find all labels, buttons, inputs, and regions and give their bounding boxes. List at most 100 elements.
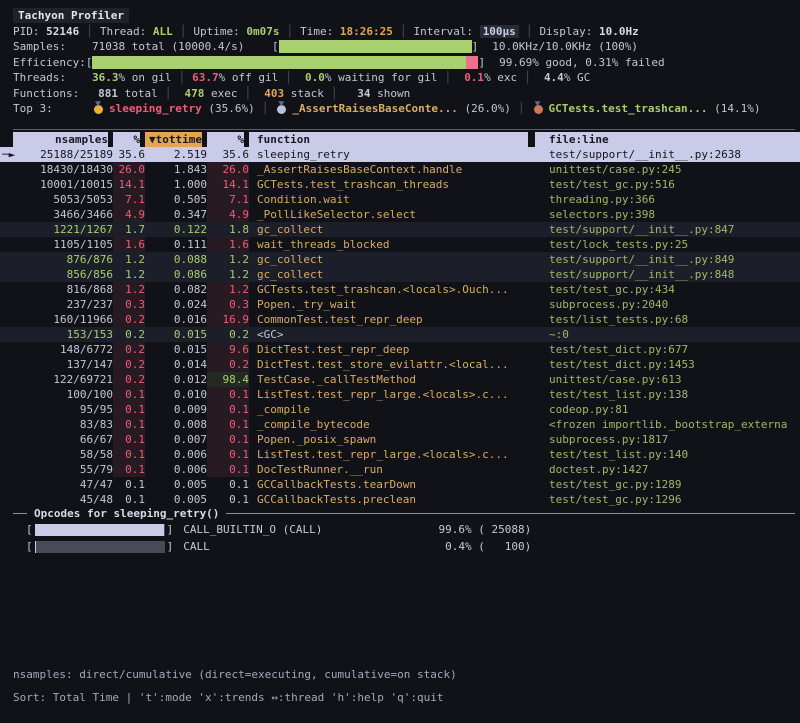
nsamples-cell: 83/83	[13, 417, 113, 432]
function-count-unit: exec	[204, 87, 237, 100]
thread-stat-value: 63.7	[192, 71, 219, 84]
thread-stat-value: 0.1	[458, 71, 484, 84]
time-label: Time:	[300, 25, 333, 38]
table-row[interactable]: 1105/11051.60.1111.6wait_threads_blocked…	[0, 237, 800, 252]
function-name-cell: GCTests.test_trashcan_threads	[249, 177, 535, 192]
table-row[interactable]: 18430/1843026.01.84326.0_AssertRaisesBas…	[0, 162, 800, 177]
nsamples-cell: 100/100	[13, 387, 113, 402]
table-row[interactable]: 45/480.10.0050.1GCCallbackTests.preclean…	[0, 492, 800, 507]
table-row[interactable]: 95/950.10.0090.1_compilecodeop.py:81	[0, 402, 800, 417]
table-row[interactable]: 100/1000.10.0100.1ListTest.test_repr_lar…	[0, 387, 800, 402]
function-name-cell: <GC>	[249, 327, 535, 342]
table-row[interactable]: 153/1530.20.0150.2<GC>~:0	[0, 327, 800, 342]
table-row[interactable]: 66/670.10.0070.1Popen._posix_spawnsubpro…	[0, 432, 800, 447]
samples-summary: 71038 total (10000.4/s)	[92, 40, 272, 53]
pct-cumulative-cell: 14.1	[207, 177, 249, 192]
column-header-pct-cumulative[interactable]: %	[207, 132, 249, 147]
column-header-file-line[interactable]: file:line	[535, 132, 800, 147]
pct-direct-cell: 1.2	[113, 252, 145, 267]
top-function-name[interactable]: sleeping_retry	[109, 102, 202, 115]
function-table: nsamples % ▼tottime % function file:line…	[0, 132, 800, 507]
tottime-cell: 0.007	[145, 432, 207, 447]
column-header-function[interactable]: function	[249, 132, 535, 147]
top-function-pct: (35.6%)	[202, 102, 255, 115]
table-row[interactable]: 148/67720.20.0159.6DictTest.test_repr_de…	[0, 342, 800, 357]
file-line-cell: subprocess.py:2040	[535, 297, 800, 312]
top-function-name[interactable]: GCTests.test_trashcan...	[549, 102, 708, 115]
file-line-cell: <frozen importlib._bootstrap_externa	[535, 417, 800, 432]
function-count-value: 881	[92, 87, 118, 100]
bar-open-bracket: [	[86, 56, 93, 69]
thread-stat-unit: % exc	[484, 71, 517, 84]
bar-open-bracket: [	[26, 523, 33, 536]
file-line-cell: test/support/__init__.py:848	[535, 267, 800, 282]
function-name-cell: DictTest.test_store_evilattr.<local...	[249, 357, 535, 372]
function-name-cell: gc_collect	[249, 267, 535, 282]
function-count-unit: total	[118, 87, 158, 100]
column-header-pct-direct[interactable]: %	[113, 132, 145, 147]
tottime-cell: 2.519	[145, 147, 207, 162]
column-header-tottime-sorted[interactable]: ▼tottime	[145, 132, 207, 147]
top-function-name[interactable]: _AssertRaisesBaseConte...	[292, 102, 458, 115]
table-row[interactable]: 1221/12671.70.1221.8gc_collecttest/suppo…	[0, 222, 800, 237]
tottime-cell: 0.505	[145, 192, 207, 207]
table-row[interactable]: 3466/34664.90.3474.9_PollLikeSelector.se…	[0, 207, 800, 222]
table-row[interactable]: 876/8761.20.0881.2gc_collecttest/support…	[0, 252, 800, 267]
table-row[interactable]: ─►25188/2518935.62.51935.6sleeping_retry…	[0, 147, 800, 162]
separator: │	[173, 25, 194, 38]
table-row[interactable]: 160/119660.20.01616.9CommonTest.test_rep…	[0, 312, 800, 327]
opcode-row: []CALL_BUILTIN_O (CALL)99.6% ( 25088)	[0, 521, 800, 538]
column-header-nsamples[interactable]: nsamples	[13, 132, 113, 147]
function-name-cell: ListTest.test_repr_large.<locals>.c...	[249, 387, 535, 402]
table-row[interactable]: 47/470.10.0050.1GCCallbackTests.tearDown…	[0, 477, 800, 492]
file-line-cell: test/list_tests.py:68	[535, 312, 800, 327]
file-line-cell: codeop.py:81	[535, 402, 800, 417]
nsamples-cell: 122/69721	[13, 372, 113, 387]
bar-open-bracket: [	[272, 40, 279, 53]
pct-direct-cell: 0.1	[113, 402, 145, 417]
footer-keybinds: Sort: Total Time | 't':mode 'x':trends ↔…	[0, 686, 800, 709]
table-row[interactable]: 55/790.10.0060.1DocTestRunner.__rundocte…	[0, 462, 800, 477]
separator: │	[393, 25, 414, 38]
bar-close-bracket: ]	[167, 523, 174, 536]
thread-value[interactable]: ALL	[153, 25, 173, 38]
opcode-bar	[35, 541, 165, 553]
opcode-bar-fill	[35, 524, 164, 536]
separator: │	[517, 71, 538, 84]
thread-stat-value: 0.0	[299, 71, 325, 84]
pct-cumulative-cell: 0.1	[207, 477, 249, 492]
efficiency-bar	[92, 56, 478, 69]
table-row[interactable]: 122/697210.20.01298.4TestCase._callTestM…	[0, 372, 800, 387]
pct-direct-cell: 0.2	[113, 372, 145, 387]
pct-cumulative-cell: 0.1	[207, 432, 249, 447]
pid-label: PID:	[13, 25, 40, 38]
table-row[interactable]: 237/2370.30.0240.3Popen._try_waitsubproc…	[0, 297, 800, 312]
file-line-cell: doctest.py:1427	[535, 462, 800, 477]
function-name-cell: _compile	[249, 402, 535, 417]
pct-direct-cell: 35.6	[113, 147, 145, 162]
nsamples-cell: 66/67	[13, 432, 113, 447]
functions-line: Functions: 881 total│478 exec│403 stack│…	[0, 86, 800, 102]
footer-legend: nsamples: direct/cumulative (direct=exec…	[0, 663, 800, 686]
thread-stat-unit: % on gil	[119, 71, 172, 84]
function-name-cell: gc_collect	[249, 252, 535, 267]
table-row[interactable]: 10001/1001514.11.00014.1GCTests.test_tra…	[0, 177, 800, 192]
table-row[interactable]: 816/8681.20.0821.2GCTests.test_trashcan.…	[0, 282, 800, 297]
bar-close-bracket: ]	[478, 56, 485, 69]
pct-cumulative-cell: 16.9	[207, 312, 249, 327]
file-line-cell: test/test_list.py:140	[535, 447, 800, 462]
bar-close-bracket: ]	[472, 40, 479, 53]
tottime-cell: 0.024	[145, 297, 207, 312]
separator: │	[79, 25, 100, 38]
table-row[interactable]: 137/1470.20.0140.2DictTest.test_store_ev…	[0, 357, 800, 372]
efficiency-text: 99.69% good, 0.31% failed	[485, 56, 665, 69]
table-row[interactable]: 58/580.10.0060.1ListTest.test_repr_large…	[0, 447, 800, 462]
function-name-cell: DocTestRunner.__run	[249, 462, 535, 477]
function-count-unit: stack	[284, 87, 324, 100]
table-row[interactable]: 83/830.10.0080.1_compile_bytecode<frozen…	[0, 417, 800, 432]
pid-value: 52146	[46, 25, 79, 38]
table-row[interactable]: 856/8561.20.0861.2gc_collecttest/support…	[0, 267, 800, 282]
pct-direct-cell: 1.7	[113, 222, 145, 237]
table-row[interactable]: 5053/50537.10.5057.1Condition.waitthread…	[0, 192, 800, 207]
opcode-name: CALL_BUILTIN_O (CALL)	[173, 523, 411, 536]
